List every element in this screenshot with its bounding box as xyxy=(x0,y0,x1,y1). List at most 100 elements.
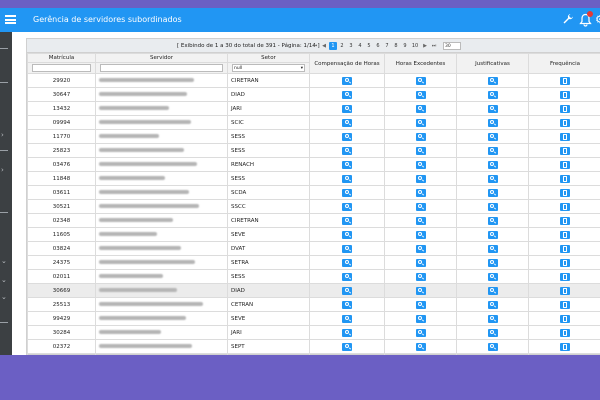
frequencia-report-button[interactable] xyxy=(560,216,570,225)
horas-excedentes-view-button[interactable] xyxy=(415,230,426,239)
horas-excedentes-view-button[interactable] xyxy=(415,146,426,155)
page-button[interactable]: 1 xyxy=(329,42,337,50)
horas-excedentes-view-button[interactable] xyxy=(415,286,426,295)
table-row[interactable]: 03476 RENACH xyxy=(27,157,600,172)
page-button[interactable]: 6 xyxy=(374,42,382,50)
justificativas-view-button[interactable] xyxy=(487,174,498,183)
frequencia-report-button[interactable] xyxy=(560,258,570,267)
horas-excedentes-view-button[interactable] xyxy=(415,328,426,337)
column-header-setor[interactable]: Setor xyxy=(227,53,310,63)
horas-excedentes-view-button[interactable] xyxy=(415,160,426,169)
gear-icon[interactable]: ⚙ xyxy=(595,14,600,25)
frequencia-report-button[interactable] xyxy=(560,104,570,113)
justificativas-view-button[interactable] xyxy=(487,244,498,253)
horas-excedentes-view-button[interactable] xyxy=(415,244,426,253)
frequencia-report-button[interactable] xyxy=(560,314,570,323)
table-row[interactable]: 03824 DVAT xyxy=(27,241,600,256)
sidebar-item[interactable] xyxy=(0,212,8,213)
rows-per-page-select[interactable]: 30 xyxy=(443,42,461,50)
frequencia-report-button[interactable] xyxy=(560,160,570,169)
justificativas-view-button[interactable] xyxy=(487,286,498,295)
chevron-right-icon[interactable]: › xyxy=(1,167,4,174)
justificativas-view-button[interactable] xyxy=(487,118,498,127)
table-row[interactable]: 25823 SESS xyxy=(27,143,600,158)
table-row[interactable]: 30669 DIAD xyxy=(27,283,600,298)
frequencia-report-button[interactable] xyxy=(560,188,570,197)
justificativas-view-button[interactable] xyxy=(487,160,498,169)
compensacao-view-button[interactable] xyxy=(342,230,352,239)
page-button[interactable]: 4 xyxy=(356,42,364,50)
matricula-filter-input[interactable] xyxy=(32,64,91,72)
justificativas-view-button[interactable] xyxy=(487,272,498,281)
chevron-down-icon[interactable]: ⌄ xyxy=(1,277,7,284)
compensacao-view-button[interactable] xyxy=(342,314,352,323)
page-button[interactable]: 5 xyxy=(365,42,373,50)
compensacao-view-button[interactable] xyxy=(342,258,352,267)
sidebar-item[interactable] xyxy=(0,150,8,151)
justificativas-view-button[interactable] xyxy=(487,328,498,337)
bell-icon[interactable] xyxy=(579,11,593,27)
wrench-icon[interactable] xyxy=(562,13,574,25)
sidebar-item[interactable] xyxy=(0,322,8,323)
table-row[interactable]: 11848 SESS xyxy=(27,171,600,186)
horas-excedentes-view-button[interactable] xyxy=(415,174,426,183)
justificativas-view-button[interactable] xyxy=(487,132,498,141)
page-button[interactable]: 7 xyxy=(383,42,391,50)
horas-excedentes-view-button[interactable] xyxy=(415,188,426,197)
horas-excedentes-view-button[interactable] xyxy=(415,104,426,113)
table-row[interactable]: 29920 CIRETRAN xyxy=(27,73,600,88)
compensacao-view-button[interactable] xyxy=(342,174,352,183)
compensacao-view-button[interactable] xyxy=(342,328,352,337)
frequencia-report-button[interactable] xyxy=(560,300,570,309)
table-row[interactable]: 13432 JARI xyxy=(27,101,600,116)
horas-excedentes-view-button[interactable] xyxy=(415,202,426,211)
page-button[interactable]: 9 xyxy=(401,42,409,50)
justificativas-view-button[interactable] xyxy=(487,76,498,85)
justificativas-view-button[interactable] xyxy=(487,216,498,225)
compensacao-view-button[interactable] xyxy=(342,76,352,85)
table-row[interactable]: 25847 DIRH xyxy=(27,353,600,355)
table-row[interactable]: 30284 JARI xyxy=(27,325,600,340)
table-row[interactable]: 02372 SEPT xyxy=(27,339,600,354)
table-row[interactable]: 25513 CETRAN xyxy=(27,297,600,312)
table-row[interactable]: 99429 SEVE xyxy=(27,311,600,326)
justificativas-view-button[interactable] xyxy=(487,188,498,197)
servidor-filter-input[interactable] xyxy=(100,64,223,72)
frequencia-report-button[interactable] xyxy=(560,90,570,99)
next-page-button[interactable]: ▶ xyxy=(421,42,429,50)
frequencia-report-button[interactable] xyxy=(560,286,570,295)
frequencia-report-button[interactable] xyxy=(560,76,570,85)
page-button[interactable]: 8 xyxy=(392,42,400,50)
column-header-servidor[interactable]: Servidor xyxy=(95,53,228,63)
frequencia-report-button[interactable] xyxy=(560,146,570,155)
compensacao-view-button[interactable] xyxy=(342,188,352,197)
last-page-button[interactable]: ⏭ xyxy=(430,42,438,50)
frequencia-report-button[interactable] xyxy=(560,174,570,183)
justificativas-view-button[interactable] xyxy=(487,202,498,211)
hamburger-menu-icon[interactable] xyxy=(5,15,16,24)
compensacao-view-button[interactable] xyxy=(342,146,352,155)
frequencia-report-button[interactable] xyxy=(560,328,570,337)
table-row[interactable]: 03611 SCDA xyxy=(27,185,600,200)
frequencia-report-button[interactable] xyxy=(560,118,570,127)
compensacao-view-button[interactable] xyxy=(342,118,352,127)
table-row[interactable]: 30647 DIAD xyxy=(27,87,600,102)
table-row[interactable]: 24375 SETRA xyxy=(27,255,600,270)
setor-filter-select[interactable]: null xyxy=(232,64,305,72)
chevron-down-icon[interactable]: ⌄ xyxy=(1,294,7,301)
compensacao-view-button[interactable] xyxy=(342,160,352,169)
page-button[interactable]: 3 xyxy=(347,42,355,50)
compensacao-view-button[interactable] xyxy=(342,132,352,141)
justificativas-view-button[interactable] xyxy=(487,90,498,99)
compensacao-view-button[interactable] xyxy=(342,300,352,309)
page-button[interactable]: 2 xyxy=(338,42,346,50)
compensacao-view-button[interactable] xyxy=(342,272,352,281)
first-page-button[interactable]: ⏮ xyxy=(311,42,319,50)
prev-page-button[interactable]: ◀ xyxy=(320,42,328,50)
table-row[interactable]: 09994 SCIC xyxy=(27,115,600,130)
chevron-down-icon[interactable]: ⌄ xyxy=(1,258,7,265)
table-row[interactable]: 02011 SESS xyxy=(27,269,600,284)
compensacao-view-button[interactable] xyxy=(342,216,352,225)
frequencia-report-button[interactable] xyxy=(560,272,570,281)
compensacao-view-button[interactable] xyxy=(342,202,352,211)
